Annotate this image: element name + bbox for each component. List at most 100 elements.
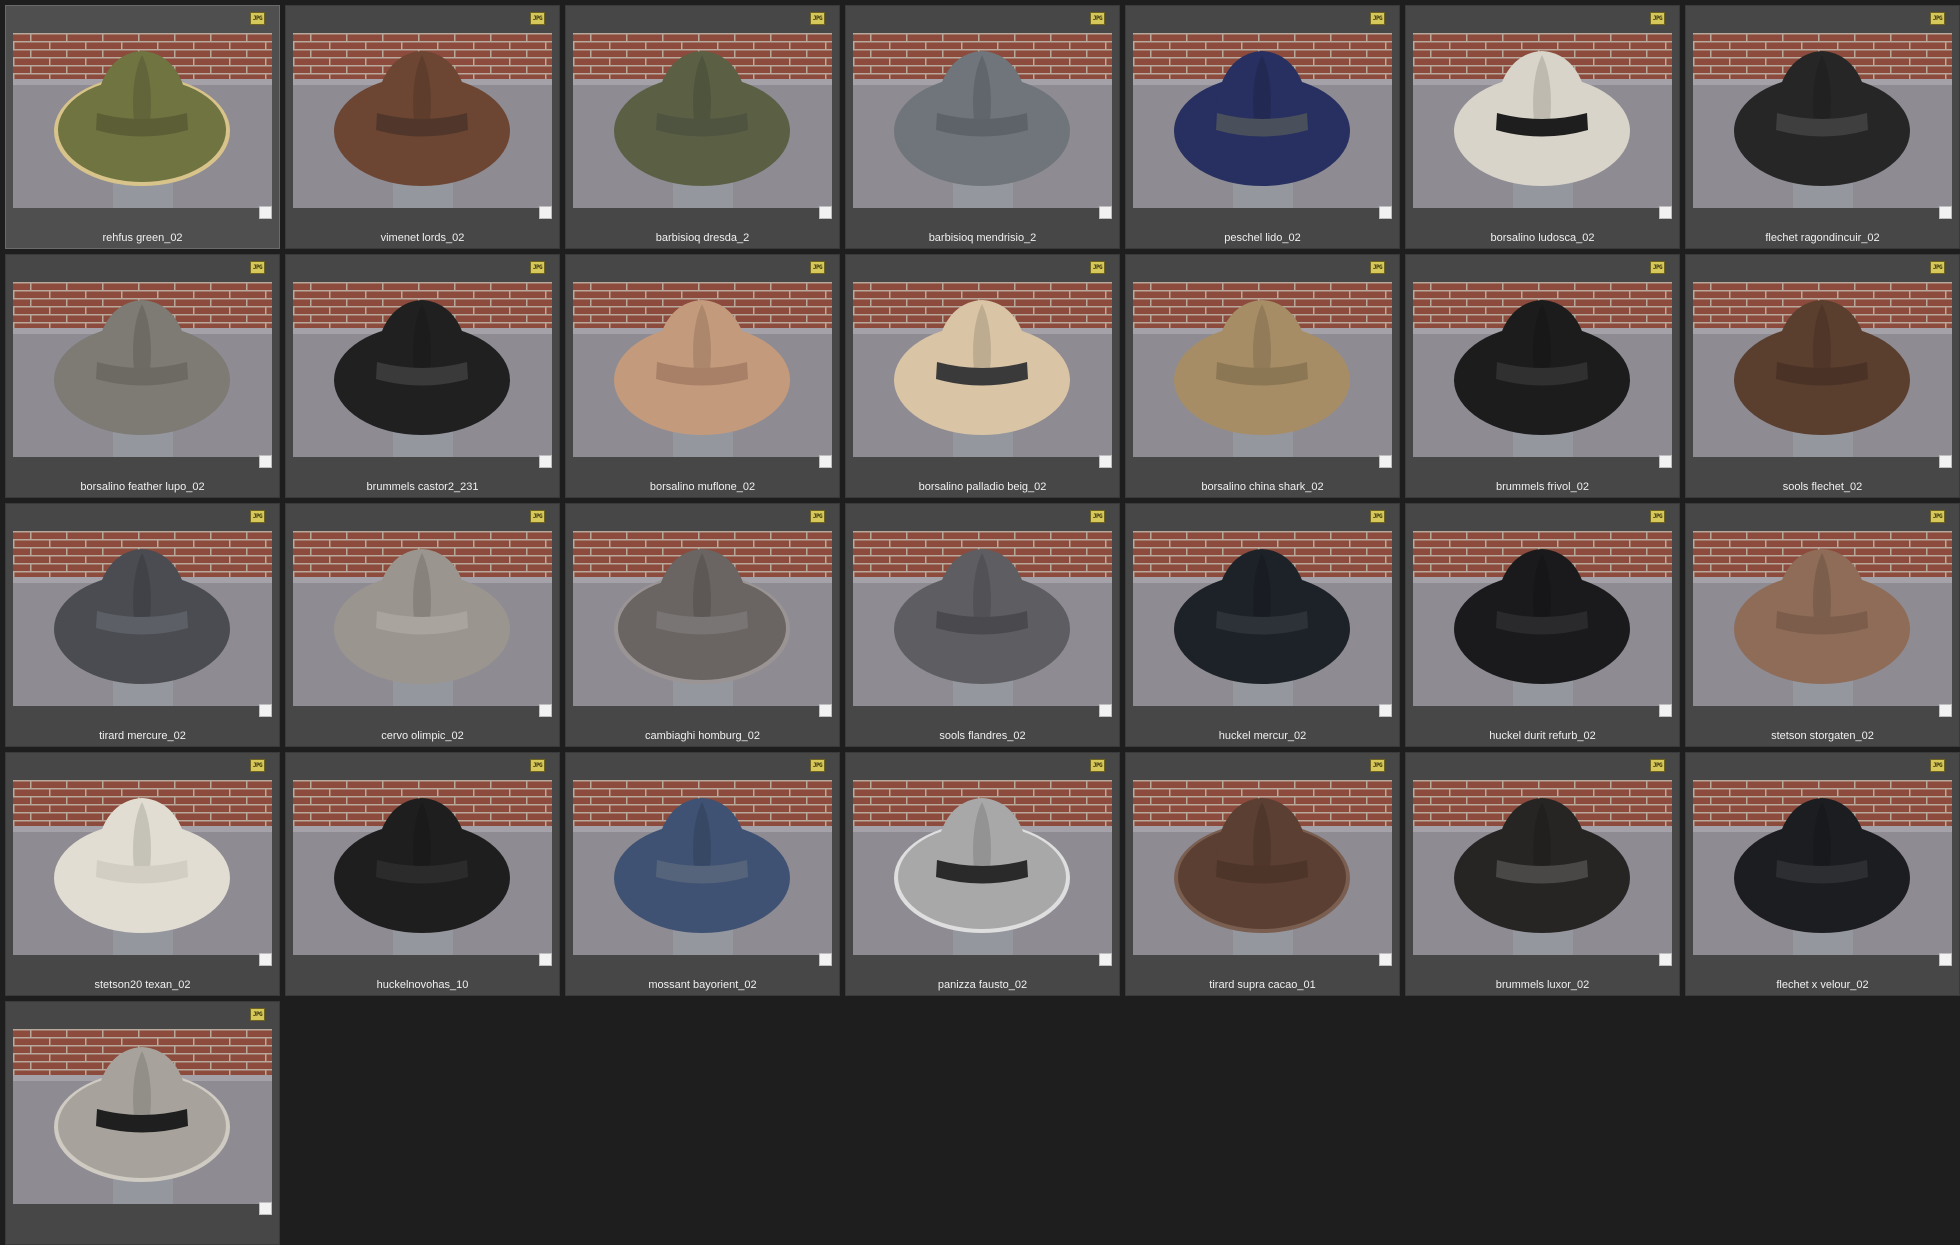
thumbnail-image[interactable]	[1413, 780, 1672, 955]
select-checkbox[interactable]	[1099, 455, 1112, 468]
file-name-label: barbisioq dresda_2	[655, 232, 750, 244]
jpg-file-icon: JPG	[250, 1008, 265, 1021]
thumbnail-item[interactable]: JPG borsalino china shark_02	[1125, 254, 1400, 498]
file-name-label: tirard mercure_02	[99, 730, 186, 742]
thumbnail-item[interactable]: JPG flechet x velour_02	[1685, 752, 1960, 996]
thumbnail-image[interactable]	[853, 780, 1112, 955]
thumbnail-image[interactable]	[573, 531, 832, 706]
thumbnail-image[interactable]	[1693, 780, 1952, 955]
select-checkbox[interactable]	[259, 704, 272, 717]
thumbnail-image[interactable]	[13, 780, 272, 955]
thumbnail-item[interactable]: JPG cervo olimpic_02	[285, 503, 560, 747]
select-checkbox[interactable]	[1939, 206, 1952, 219]
thumbnail-item[interactable]: JPG borsalino feather lupo_02	[5, 254, 280, 498]
select-checkbox[interactable]	[1939, 704, 1952, 717]
thumbnail-item[interactable]: JPG rehfus green_02	[5, 5, 280, 249]
select-checkbox[interactable]	[819, 455, 832, 468]
thumbnail-item[interactable]: JPG tirard supra cacao_01	[1125, 752, 1400, 996]
thumbnail-item[interactable]: JPG flechet ragondincuir_02	[1685, 5, 1960, 249]
select-checkbox[interactable]	[819, 953, 832, 966]
select-checkbox[interactable]	[1379, 455, 1392, 468]
thumbnail-image[interactable]	[293, 33, 552, 208]
thumbnail-image[interactable]	[1693, 531, 1952, 706]
thumbnail-item[interactable]: JPG stetson storgaten_02	[1685, 503, 1960, 747]
hat-photo	[13, 282, 272, 457]
select-checkbox[interactable]	[539, 455, 552, 468]
select-checkbox[interactable]	[1379, 953, 1392, 966]
thumbnail-item[interactable]: JPG peschel lido_02	[1125, 5, 1400, 249]
thumbnail-image[interactable]	[1413, 282, 1672, 457]
thumbnail-image[interactable]	[1413, 531, 1672, 706]
select-checkbox[interactable]	[1659, 206, 1672, 219]
thumbnail-image[interactable]	[1133, 531, 1392, 706]
thumbnail-item[interactable]: JPG huckel mercur_02	[1125, 503, 1400, 747]
thumbnail-image[interactable]	[13, 33, 272, 208]
thumbnail-item[interactable]: JPG stetson20 texan_02	[5, 752, 280, 996]
thumbnail-item[interactable]: JPG brummels luxor_02	[1405, 752, 1680, 996]
jpg-file-icon: JPG	[810, 510, 825, 523]
thumbnail-image[interactable]	[853, 33, 1112, 208]
select-checkbox[interactable]	[1099, 704, 1112, 717]
file-name-label: borsalino palladio beig_02	[918, 481, 1047, 493]
select-checkbox[interactable]	[539, 206, 552, 219]
select-checkbox[interactable]	[259, 455, 272, 468]
thumbnail-item[interactable]: JPG huckel durit refurb_02	[1405, 503, 1680, 747]
thumbnail-image[interactable]	[13, 282, 272, 457]
thumbnail-image[interactable]	[1133, 33, 1392, 208]
select-checkbox[interactable]	[1099, 953, 1112, 966]
select-checkbox[interactable]	[1659, 953, 1672, 966]
thumbnail-image[interactable]	[293, 780, 552, 955]
thumbnail-item[interactable]: JPG barbisioq mendrisio_2	[845, 5, 1120, 249]
hat-photo	[1693, 780, 1952, 955]
thumbnail-image[interactable]	[293, 531, 552, 706]
select-checkbox[interactable]	[1379, 704, 1392, 717]
thumbnail-item[interactable]: JPG borsalino palladio beig_02	[845, 254, 1120, 498]
thumbnail-item[interactable]: JPG brummels frivol_02	[1405, 254, 1680, 498]
thumbnail-item[interactable]: JPG huckelnovohas_10	[285, 752, 560, 996]
hat-photo	[573, 531, 832, 706]
jpg-file-icon: JPG	[250, 510, 265, 523]
select-checkbox[interactable]	[259, 953, 272, 966]
thumbnail-image[interactable]	[853, 531, 1112, 706]
thumbnail-image[interactable]	[1693, 282, 1952, 457]
thumbnail-item[interactable]: JPG sools flandres_02	[845, 503, 1120, 747]
thumbnail-item[interactable]: JPG sools flechet_02	[1685, 254, 1960, 498]
jpg-file-icon: JPG	[250, 261, 265, 274]
select-checkbox[interactable]	[539, 704, 552, 717]
thumbnail-image[interactable]	[13, 1029, 272, 1204]
select-checkbox[interactable]	[1939, 455, 1952, 468]
thumbnail-image[interactable]	[1413, 33, 1672, 208]
thumbnail-image[interactable]	[13, 531, 272, 706]
thumbnail-image[interactable]	[293, 282, 552, 457]
select-checkbox[interactable]	[819, 206, 832, 219]
thumbnail-image[interactable]	[853, 282, 1112, 457]
thumbnail-image[interactable]	[1693, 33, 1952, 208]
thumbnail-item[interactable]: JPG cambiaghi homburg_02	[565, 503, 840, 747]
select-checkbox[interactable]	[539, 953, 552, 966]
thumbnail-image[interactable]	[1133, 780, 1392, 955]
select-checkbox[interactable]	[259, 206, 272, 219]
select-checkbox[interactable]	[1659, 455, 1672, 468]
thumbnail-item[interactable]: JPG mossant bayorient_02	[565, 752, 840, 996]
thumbnail-image[interactable]	[573, 780, 832, 955]
thumbnail-item[interactable]: JPG borsalino muflone_02	[565, 254, 840, 498]
select-checkbox[interactable]	[1659, 704, 1672, 717]
hat-photo	[573, 33, 832, 208]
select-checkbox[interactable]	[259, 1202, 272, 1215]
thumbnail-item[interactable]: JPG	[5, 1001, 280, 1245]
thumbnail-image[interactable]	[573, 33, 832, 208]
hat-photo	[293, 282, 552, 457]
thumbnail-item[interactable]: JPG vimenet lords_02	[285, 5, 560, 249]
thumbnail-image[interactable]	[1133, 282, 1392, 457]
thumbnail-item[interactable]: JPG panizza fausto_02	[845, 752, 1120, 996]
thumbnail-item[interactable]: JPG barbisioq dresda_2	[565, 5, 840, 249]
select-checkbox[interactable]	[819, 704, 832, 717]
select-checkbox[interactable]	[1939, 953, 1952, 966]
select-checkbox[interactable]	[1379, 206, 1392, 219]
thumbnail-image[interactable]	[573, 282, 832, 457]
thumbnail-item[interactable]: JPG borsalino ludosca_02	[1405, 5, 1680, 249]
thumbnail-item[interactable]: JPG brummels castor2_231	[285, 254, 560, 498]
select-checkbox[interactable]	[1099, 206, 1112, 219]
jpg-file-icon: JPG	[530, 261, 545, 274]
thumbnail-item[interactable]: JPG tirard mercure_02	[5, 503, 280, 747]
